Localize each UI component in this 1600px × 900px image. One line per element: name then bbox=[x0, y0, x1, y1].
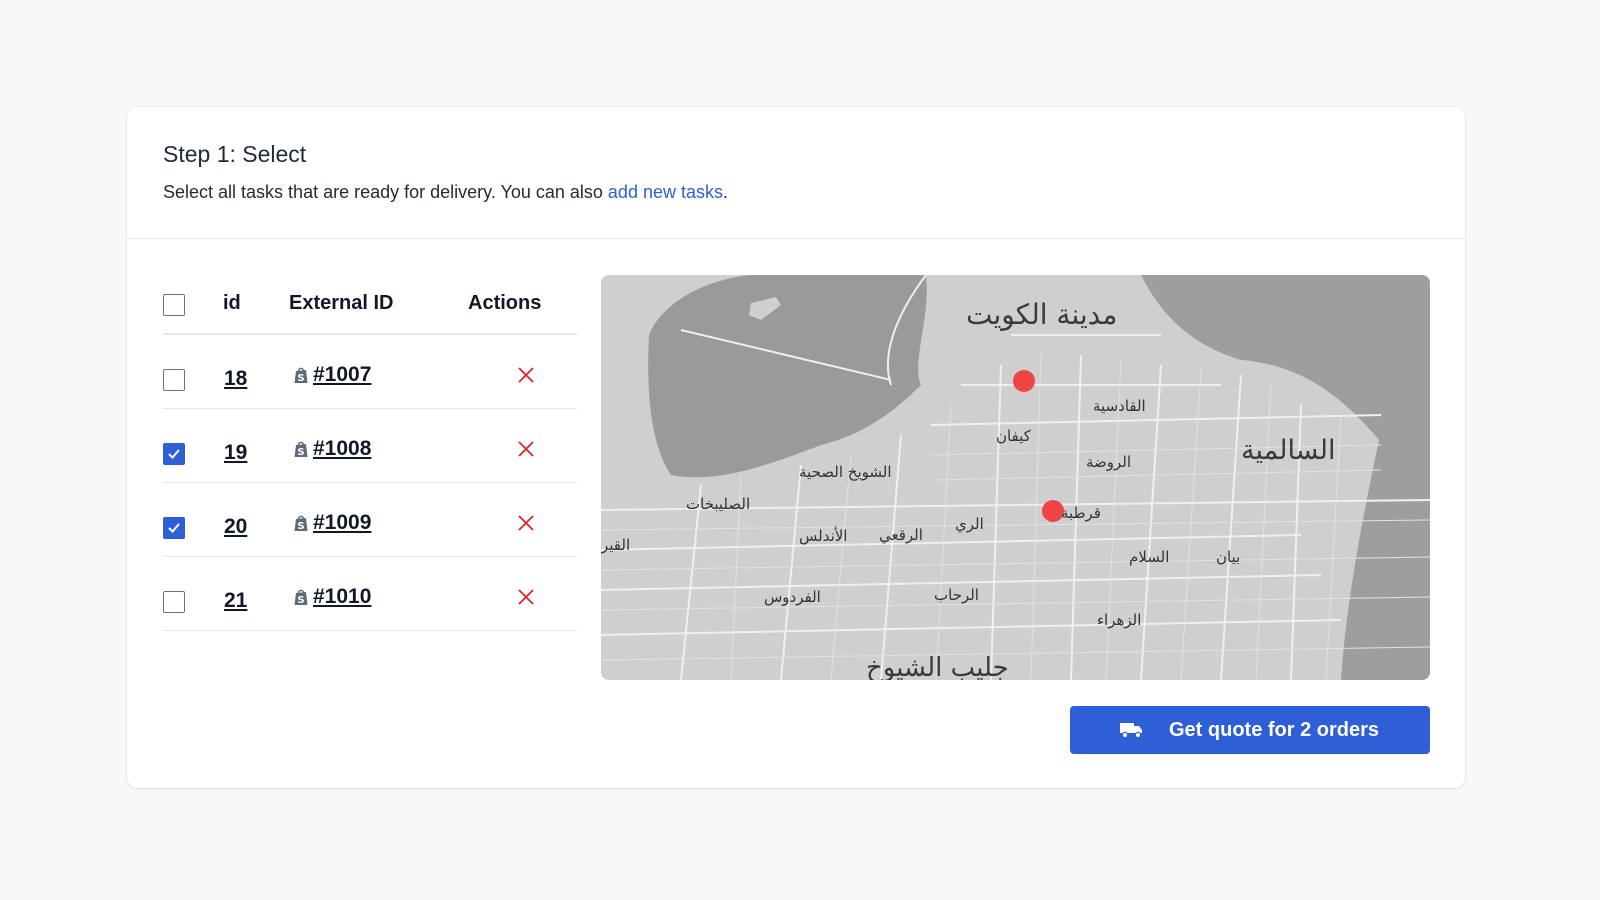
table-header: id External ID Actions bbox=[163, 274, 577, 335]
step-description: Select all tasks that are ready for deli… bbox=[163, 182, 729, 202]
task-id-link[interactable]: 21 bbox=[224, 589, 247, 613]
select-all-checkbox[interactable] bbox=[163, 294, 185, 316]
map-label-andalus: الأندلس bbox=[799, 527, 848, 545]
map-label-zahra: الزهراء bbox=[1097, 611, 1142, 629]
row-checkbox[interactable] bbox=[163, 369, 185, 391]
map-label-qairawan: القير bbox=[601, 536, 631, 554]
map-label-qurtuba: قرطبة bbox=[1061, 504, 1101, 522]
shopify-icon: S bbox=[294, 589, 308, 606]
map-label-shuwaikh: الشويخ الصحية bbox=[799, 463, 892, 481]
svg-text:S: S bbox=[297, 373, 304, 384]
external-id-link[interactable]: #1009 bbox=[313, 511, 371, 535]
step-title: Step 1: Select bbox=[163, 141, 307, 167]
row-checkbox[interactable] bbox=[163, 591, 185, 613]
external-id-link[interactable]: #1007 bbox=[313, 363, 371, 387]
map-label-riggae: الرقعي bbox=[879, 526, 923, 544]
map-label-jleeb: جليب الشيوخ bbox=[866, 653, 1009, 680]
task-id-link[interactable]: 20 bbox=[224, 515, 247, 539]
table-row: 19 S #1008 bbox=[163, 409, 577, 483]
external-id-link[interactable]: #1010 bbox=[313, 585, 371, 609]
shopify-icon: S bbox=[294, 515, 308, 532]
map-label-bayan: بيان bbox=[1216, 548, 1241, 566]
table-row: 20 S #1009 bbox=[163, 483, 577, 557]
column-header-actions: Actions bbox=[468, 292, 542, 314]
map-label-kuwait-city: مدينة الكويت bbox=[966, 298, 1118, 331]
external-id-cell: S #1009 bbox=[293, 511, 371, 535]
shopify-icon: S bbox=[294, 441, 308, 458]
column-header-id: id bbox=[223, 292, 241, 314]
truck-icon bbox=[1120, 723, 1142, 739]
external-id-link[interactable]: #1008 bbox=[313, 437, 371, 461]
table-row: 18 S #1007 bbox=[163, 335, 577, 409]
map-label-qadsiya: القادسية bbox=[1093, 397, 1146, 415]
svg-text:S: S bbox=[297, 447, 304, 458]
remove-task-icon[interactable] bbox=[515, 438, 537, 460]
external-id-cell: S #1010 bbox=[293, 585, 371, 609]
map-label-salam: السلام bbox=[1129, 548, 1170, 566]
task-id-link[interactable]: 18 bbox=[224, 367, 247, 391]
map-label-sulaibikhat: الصليبخات bbox=[686, 495, 751, 513]
external-id-cell: S #1007 bbox=[293, 363, 371, 387]
map-marker[interactable] bbox=[1013, 370, 1035, 392]
row-checkbox[interactable] bbox=[163, 517, 185, 539]
get-quote-button[interactable]: Get quote for 2 orders bbox=[1070, 706, 1430, 754]
map-canvas bbox=[601, 275, 1430, 680]
svg-text:S: S bbox=[297, 521, 304, 532]
delivery-map[interactable]: مدينة الكويت السالمية القادسية كيفان الر… bbox=[601, 275, 1430, 680]
tasks-table: id External ID Actions 18 S #1007 19 S #… bbox=[163, 274, 577, 631]
row-checkbox[interactable] bbox=[163, 443, 185, 465]
table-row: 21 S #1010 bbox=[163, 557, 577, 631]
external-id-cell: S #1008 bbox=[293, 437, 371, 461]
shopify-icon: S bbox=[294, 367, 308, 384]
select-tasks-card: Step 1: Select Select all tasks that are… bbox=[127, 107, 1465, 788]
remove-task-icon[interactable] bbox=[515, 512, 537, 534]
map-label-kaifan: كيفان bbox=[996, 427, 1031, 445]
map-label-rai: الري bbox=[955, 515, 984, 533]
checkmark-icon bbox=[168, 449, 180, 459]
checkmark-icon bbox=[168, 523, 180, 533]
svg-text:S: S bbox=[297, 595, 304, 606]
column-header-external-id: External ID bbox=[289, 292, 394, 314]
map-label-rawda: الروضة bbox=[1086, 453, 1132, 471]
map-label-salmiya: السالمية bbox=[1241, 435, 1336, 466]
map-label-rehab: الرحاب bbox=[934, 586, 979, 604]
card-header: Step 1: Select Select all tasks that are… bbox=[127, 107, 1465, 239]
remove-task-icon[interactable] bbox=[515, 586, 537, 608]
task-id-link[interactable]: 19 bbox=[224, 441, 247, 465]
get-quote-label: Get quote for 2 orders bbox=[1169, 718, 1380, 741]
add-new-tasks-link[interactable]: add new tasks bbox=[608, 182, 723, 202]
map-label-firdous: الفردوس bbox=[764, 588, 821, 606]
remove-task-icon[interactable] bbox=[515, 364, 537, 386]
